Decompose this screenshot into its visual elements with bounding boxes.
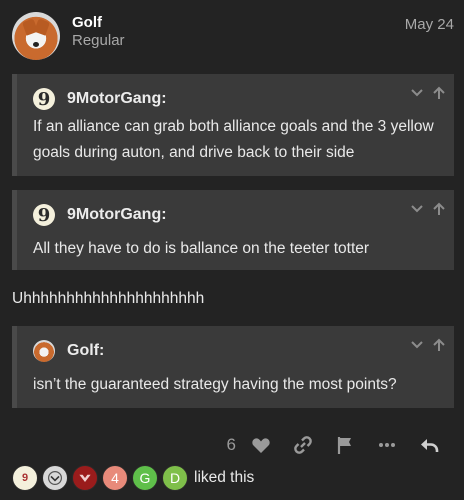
quote-author: 9MotorGang: [67, 90, 167, 107]
quote-avatar [33, 340, 55, 362]
team-logo-icon [79, 474, 91, 482]
reply-icon [421, 439, 439, 452]
like-count[interactable]: 6 [227, 435, 236, 455]
quote-controls [410, 86, 446, 100]
more-icon [379, 443, 395, 447]
arrow-up-icon[interactable] [432, 202, 446, 216]
chevron-down-icon[interactable] [410, 202, 424, 216]
liker-avatar[interactable] [42, 465, 68, 491]
post-date[interactable]: May 24 [405, 16, 454, 33]
quote-block: 9 9MotorGang: All they have to do is bal… [12, 190, 454, 270]
chevron-down-icon [48, 471, 62, 485]
quote-author: 9MotorGang: [67, 206, 167, 223]
heart-icon [252, 438, 270, 453]
flag-button[interactable] [324, 430, 366, 460]
quote-text: isn’t the guaranteed strategy having the… [33, 376, 397, 393]
quote-avatar: 9 [33, 88, 55, 110]
quote-block: 9 9MotorGang: If an alliance can grab bo… [12, 74, 454, 176]
like-button[interactable] [240, 430, 282, 460]
flag-icon [337, 437, 351, 454]
post-actions: 6 [227, 430, 450, 460]
quote-title: Golf: [33, 340, 104, 362]
liker-avatar[interactable]: 9 [12, 465, 38, 491]
post-body-text: Uhhhhhhhhhhhhhhhhhhhhh [12, 290, 205, 307]
author-name[interactable]: Golf [72, 14, 102, 31]
quote-author: Golf: [67, 342, 105, 359]
post-header: Golf Regular May 24 [12, 12, 454, 64]
quote-text: If an alliance can grab both alliance go… [33, 118, 434, 161]
reply-button[interactable] [408, 430, 450, 460]
quote-block: Golf: isn’t the guaranteed strategy havi… [12, 326, 454, 408]
author-title: Regular [72, 32, 125, 49]
share-link-button[interactable] [282, 430, 324, 460]
quote-avatar: 9 [33, 204, 55, 226]
arrow-up-icon[interactable] [432, 338, 446, 352]
quote-controls [410, 202, 446, 216]
liker-avatar[interactable]: G [132, 465, 158, 491]
chevron-down-icon[interactable] [410, 338, 424, 352]
quote-title: 9 9MotorGang: [33, 204, 167, 226]
liked-by-row: 9 4 G D liked this [12, 464, 254, 492]
quote-controls [410, 338, 446, 352]
liker-avatar[interactable]: D [162, 465, 188, 491]
liker-avatar[interactable] [72, 465, 98, 491]
chevron-down-icon[interactable] [410, 86, 424, 100]
author-avatar[interactable] [12, 12, 60, 60]
liked-this-label: liked this [194, 469, 255, 486]
arrow-up-icon[interactable] [432, 86, 446, 100]
link-icon [294, 436, 312, 454]
quote-text: All they have to do is ballance on the t… [33, 240, 370, 257]
liker-avatar[interactable]: 4 [102, 465, 128, 491]
more-button[interactable] [366, 430, 408, 460]
quote-title: 9 9MotorGang: [33, 88, 167, 110]
